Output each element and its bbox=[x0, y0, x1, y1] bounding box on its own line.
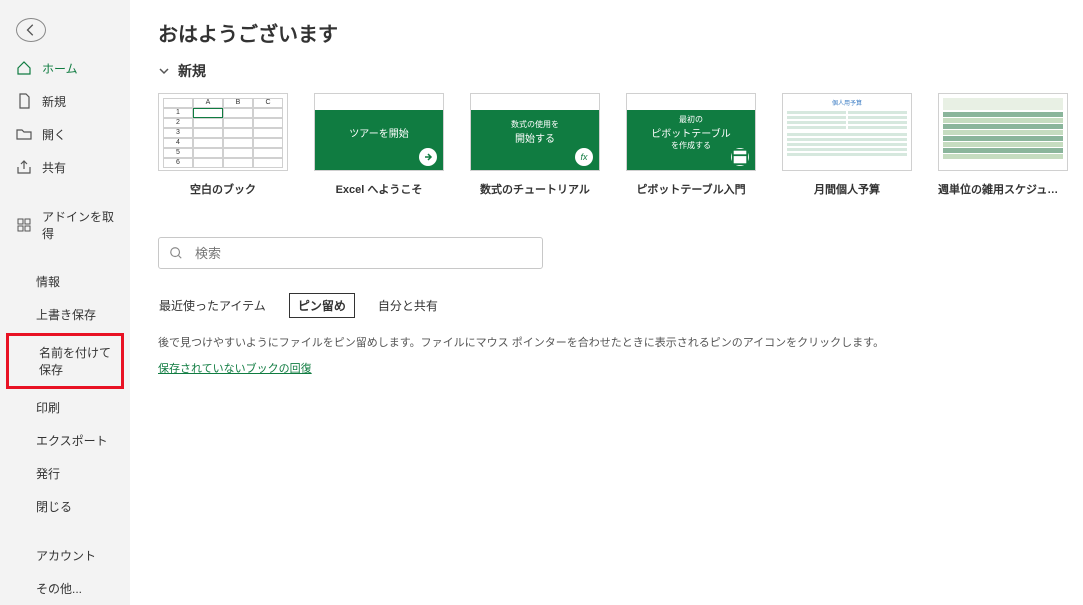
arrow-right-icon bbox=[419, 148, 437, 166]
nav-home[interactable]: ホーム bbox=[0, 52, 130, 85]
template-pivot-label: ピボットテーブル入門 bbox=[626, 181, 756, 197]
main-content: おはようございます 新規 ABC 1 2 3 4 5 6 空白のブック bbox=[130, 0, 1083, 605]
sidebar: ホーム 新規 開く 共有 アドインを取得 情報 上書き保存 名前を付けて保存 印… bbox=[0, 0, 130, 605]
nav-info[interactable]: 情報 bbox=[0, 265, 130, 298]
template-schedule[interactable]: 週単位の雑用スケジュール (ブ… bbox=[938, 93, 1068, 197]
nav-open[interactable]: 開く bbox=[0, 118, 130, 151]
nav-publish[interactable]: 発行 bbox=[0, 457, 130, 490]
template-gallery: ABC 1 2 3 4 5 6 空白のブック ツアーを開始 Excel へようこ… bbox=[158, 93, 1055, 197]
pivot-icon bbox=[731, 148, 749, 166]
nav-save[interactable]: 上書き保存 bbox=[0, 298, 130, 331]
template-pivot-thumb: 最初の ピボットテーブル を作成する bbox=[626, 93, 756, 171]
highlight-saveas: 名前を付けて保存 bbox=[6, 333, 124, 389]
nav-print[interactable]: 印刷 bbox=[0, 391, 130, 424]
recover-unsaved-link[interactable]: 保存されていないブックの回復 bbox=[158, 363, 312, 375]
nav-account[interactable]: アカウント bbox=[0, 539, 130, 572]
template-welcome-label: Excel へようこそ bbox=[314, 181, 444, 197]
template-budget-thumb: 個人用予算 bbox=[782, 93, 912, 171]
tab-pinned[interactable]: ピン留め bbox=[289, 293, 355, 318]
template-formula-thumb: 数式の使用を 開始する fx bbox=[470, 93, 600, 171]
new-section-label: 新規 bbox=[178, 61, 206, 81]
template-schedule-label: 週単位の雑用スケジュール (ブ… bbox=[938, 181, 1068, 197]
nav-new-label: 新規 bbox=[42, 93, 66, 110]
nav-export[interactable]: エクスポート bbox=[0, 424, 130, 457]
nav-share[interactable]: 共有 bbox=[0, 151, 130, 184]
nav-other[interactable]: その他... bbox=[0, 572, 130, 605]
nav-share-label: 共有 bbox=[42, 159, 66, 176]
file-tabs: 最近使ったアイテム ピン留め 自分と共有 bbox=[158, 293, 1055, 318]
nav-new[interactable]: 新規 bbox=[0, 85, 130, 118]
search-input[interactable] bbox=[195, 246, 532, 261]
template-blank-label: 空白のブック bbox=[158, 181, 288, 197]
home-icon bbox=[16, 60, 32, 76]
template-pivot[interactable]: 最初の ピボットテーブル を作成する ピボットテーブル入門 bbox=[626, 93, 756, 197]
tab-shared[interactable]: 自分と共有 bbox=[377, 294, 439, 317]
nav-addins-label: アドインを取得 bbox=[42, 208, 122, 242]
greeting-title: おはようございます bbox=[158, 18, 1055, 47]
share-icon bbox=[16, 159, 32, 175]
template-schedule-thumb bbox=[938, 93, 1068, 171]
template-blank[interactable]: ABC 1 2 3 4 5 6 空白のブック bbox=[158, 93, 288, 197]
search-box[interactable] bbox=[158, 237, 543, 269]
fx-icon: fx bbox=[575, 148, 593, 166]
nav-open-label: 開く bbox=[42, 126, 66, 143]
back-button[interactable] bbox=[16, 18, 46, 42]
file-icon bbox=[16, 93, 32, 109]
template-formula-label: 数式のチュートリアル bbox=[470, 181, 600, 197]
template-welcome-thumb: ツアーを開始 bbox=[314, 93, 444, 171]
nav-addins[interactable]: アドインを取得 bbox=[0, 200, 130, 250]
chevron-down-icon bbox=[158, 65, 170, 77]
pin-hint-text: 後で見つけやすいようにファイルをピン留めします。ファイルにマウス ポインターを合… bbox=[158, 334, 1055, 350]
template-budget-label: 月間個人予算 bbox=[782, 181, 912, 197]
tab-recent[interactable]: 最近使ったアイテム bbox=[158, 294, 267, 317]
template-budget[interactable]: 個人用予算 月間個人予算 bbox=[782, 93, 912, 197]
nav-close[interactable]: 閉じる bbox=[0, 490, 130, 523]
nav-save-as[interactable]: 名前を付けて保存 bbox=[9, 336, 121, 386]
addins-icon bbox=[16, 217, 32, 233]
folder-icon bbox=[16, 126, 32, 142]
search-icon bbox=[169, 246, 183, 260]
new-section-header[interactable]: 新規 bbox=[158, 61, 1055, 81]
back-arrow-icon bbox=[24, 23, 38, 37]
template-welcome[interactable]: ツアーを開始 Excel へようこそ bbox=[314, 93, 444, 197]
template-blank-thumb: ABC 1 2 3 4 5 6 bbox=[158, 93, 288, 171]
nav-home-label: ホーム bbox=[42, 60, 78, 77]
template-formula[interactable]: 数式の使用を 開始する fx 数式のチュートリアル bbox=[470, 93, 600, 197]
